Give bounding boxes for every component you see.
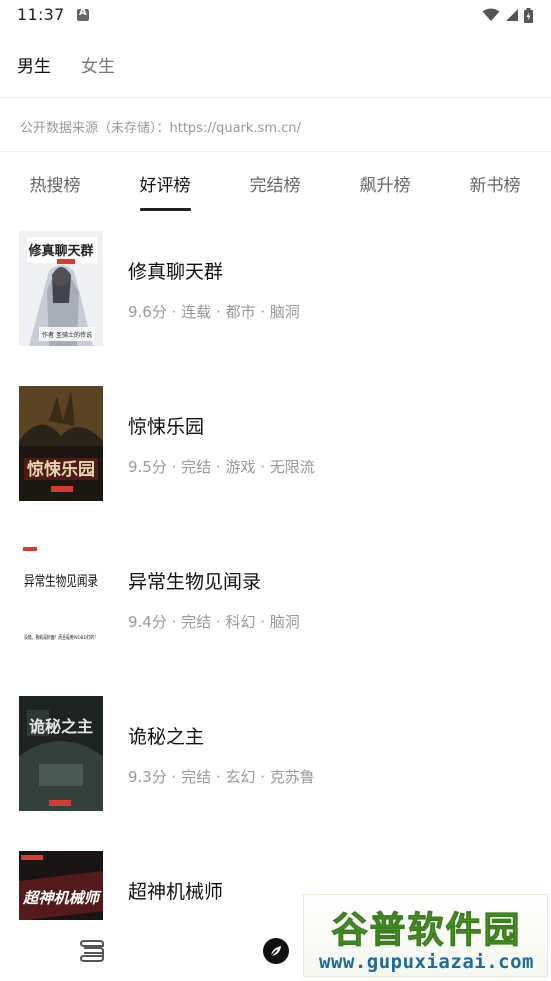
cover-title-text: 惊悚乐园: [27, 459, 95, 480]
status-time: 11:37: [17, 5, 65, 24]
wifi-icon: [482, 8, 500, 22]
book-cover[interactable]: 诡秘之主: [19, 696, 103, 811]
bookshelf-icon[interactable]: [78, 937, 106, 969]
signal-icon: [505, 8, 519, 22]
book-title[interactable]: 超神机械师: [128, 877, 223, 904]
notification-a-icon: [77, 7, 89, 21]
book-item[interactable]: 异常生物见闻录 没错，我就是封面！而且是用WORD打的！ 异常生物见闻录 9.4…: [0, 521, 551, 676]
book-meta: 9.4分 · 完结 · 科幻 · 脑洞: [128, 613, 300, 631]
discover-compass-icon[interactable]: [262, 937, 290, 969]
status-icons: [482, 7, 533, 23]
tab-hot-search[interactable]: 热搜榜: [20, 171, 90, 196]
tab-top-rated[interactable]: 好评榜: [130, 171, 200, 196]
tab-female[interactable]: 女生: [81, 52, 115, 77]
cover-title-text: 诡秘之主: [29, 717, 93, 736]
book-cover[interactable]: 修真聊天群 作者 圣骑士的传说: [19, 231, 103, 346]
data-source-notice: 公开数据来源（未存储）：https://quark.sm.cn/: [0, 99, 551, 152]
cover-title-text: 修真聊天群: [27, 243, 93, 259]
book-meta: 9.3分 · 完结 · 玄幻 · 克苏鲁: [128, 768, 315, 786]
book-title[interactable]: 诡秘之主: [128, 722, 204, 749]
book-list: 修真聊天群 作者 圣骑士的传说 修真聊天群 9.6分 · 连载 · 都市 · 脑…: [0, 211, 551, 920]
ranking-tabs: 热搜榜 好评榜 完结榜 飙升榜 新书榜: [0, 153, 551, 211]
book-item[interactable]: 惊悚乐园 惊悚乐园 9.5分 · 完结 · 游戏 · 无限流: [0, 366, 551, 521]
watermark-title: 谷普软件园: [331, 910, 522, 952]
book-title[interactable]: 惊悚乐园: [128, 412, 204, 439]
book-item[interactable]: 修真聊天群 作者 圣骑士的传说 修真聊天群 9.6分 · 连载 · 都市 · 脑…: [0, 211, 551, 366]
watermark-logo: 谷普软件园 www.gupuxiazai.com: [303, 894, 548, 977]
book-meta: 9.6分 · 连载 · 都市 · 脑洞: [128, 303, 300, 321]
book-cover[interactable]: 超神机械师: [19, 851, 103, 920]
cover-subtitle-text: 没错，我就是封面！而且是用WORD打的！: [24, 634, 98, 641]
tab-rising[interactable]: 飙升榜: [350, 171, 420, 196]
tab-completed[interactable]: 完结榜: [240, 171, 310, 196]
gender-tabs: 男生 女生: [0, 30, 551, 98]
book-meta: 9.5分 · 完结 · 游戏 · 无限流: [128, 458, 315, 476]
book-title[interactable]: 修真聊天群: [128, 257, 223, 284]
book-title[interactable]: 异常生物见闻录: [128, 567, 261, 594]
book-cover[interactable]: 异常生物见闻录 没错，我就是封面！而且是用WORD打的！: [19, 541, 103, 656]
book-cover[interactable]: 惊悚乐园: [19, 386, 103, 501]
book-item[interactable]: 诡秘之主 诡秘之主 9.3分 · 完结 · 玄幻 · 克苏鲁: [0, 676, 551, 831]
cover-author-text: 作者 圣骑士的传说: [42, 331, 92, 339]
data-source-text[interactable]: 公开数据来源（未存储）：https://quark.sm.cn/: [20, 117, 301, 136]
watermark-url: www.gupuxiazai.com: [319, 951, 534, 973]
battery-icon: [524, 7, 533, 23]
cover-title-text: 异常生物见闻录: [24, 574, 98, 590]
cover-title-text: 超神机械师: [22, 889, 102, 907]
status-bar: 11:37: [0, 0, 551, 30]
tab-new-books[interactable]: 新书榜: [460, 171, 530, 196]
tab-male[interactable]: 男生: [17, 52, 51, 77]
